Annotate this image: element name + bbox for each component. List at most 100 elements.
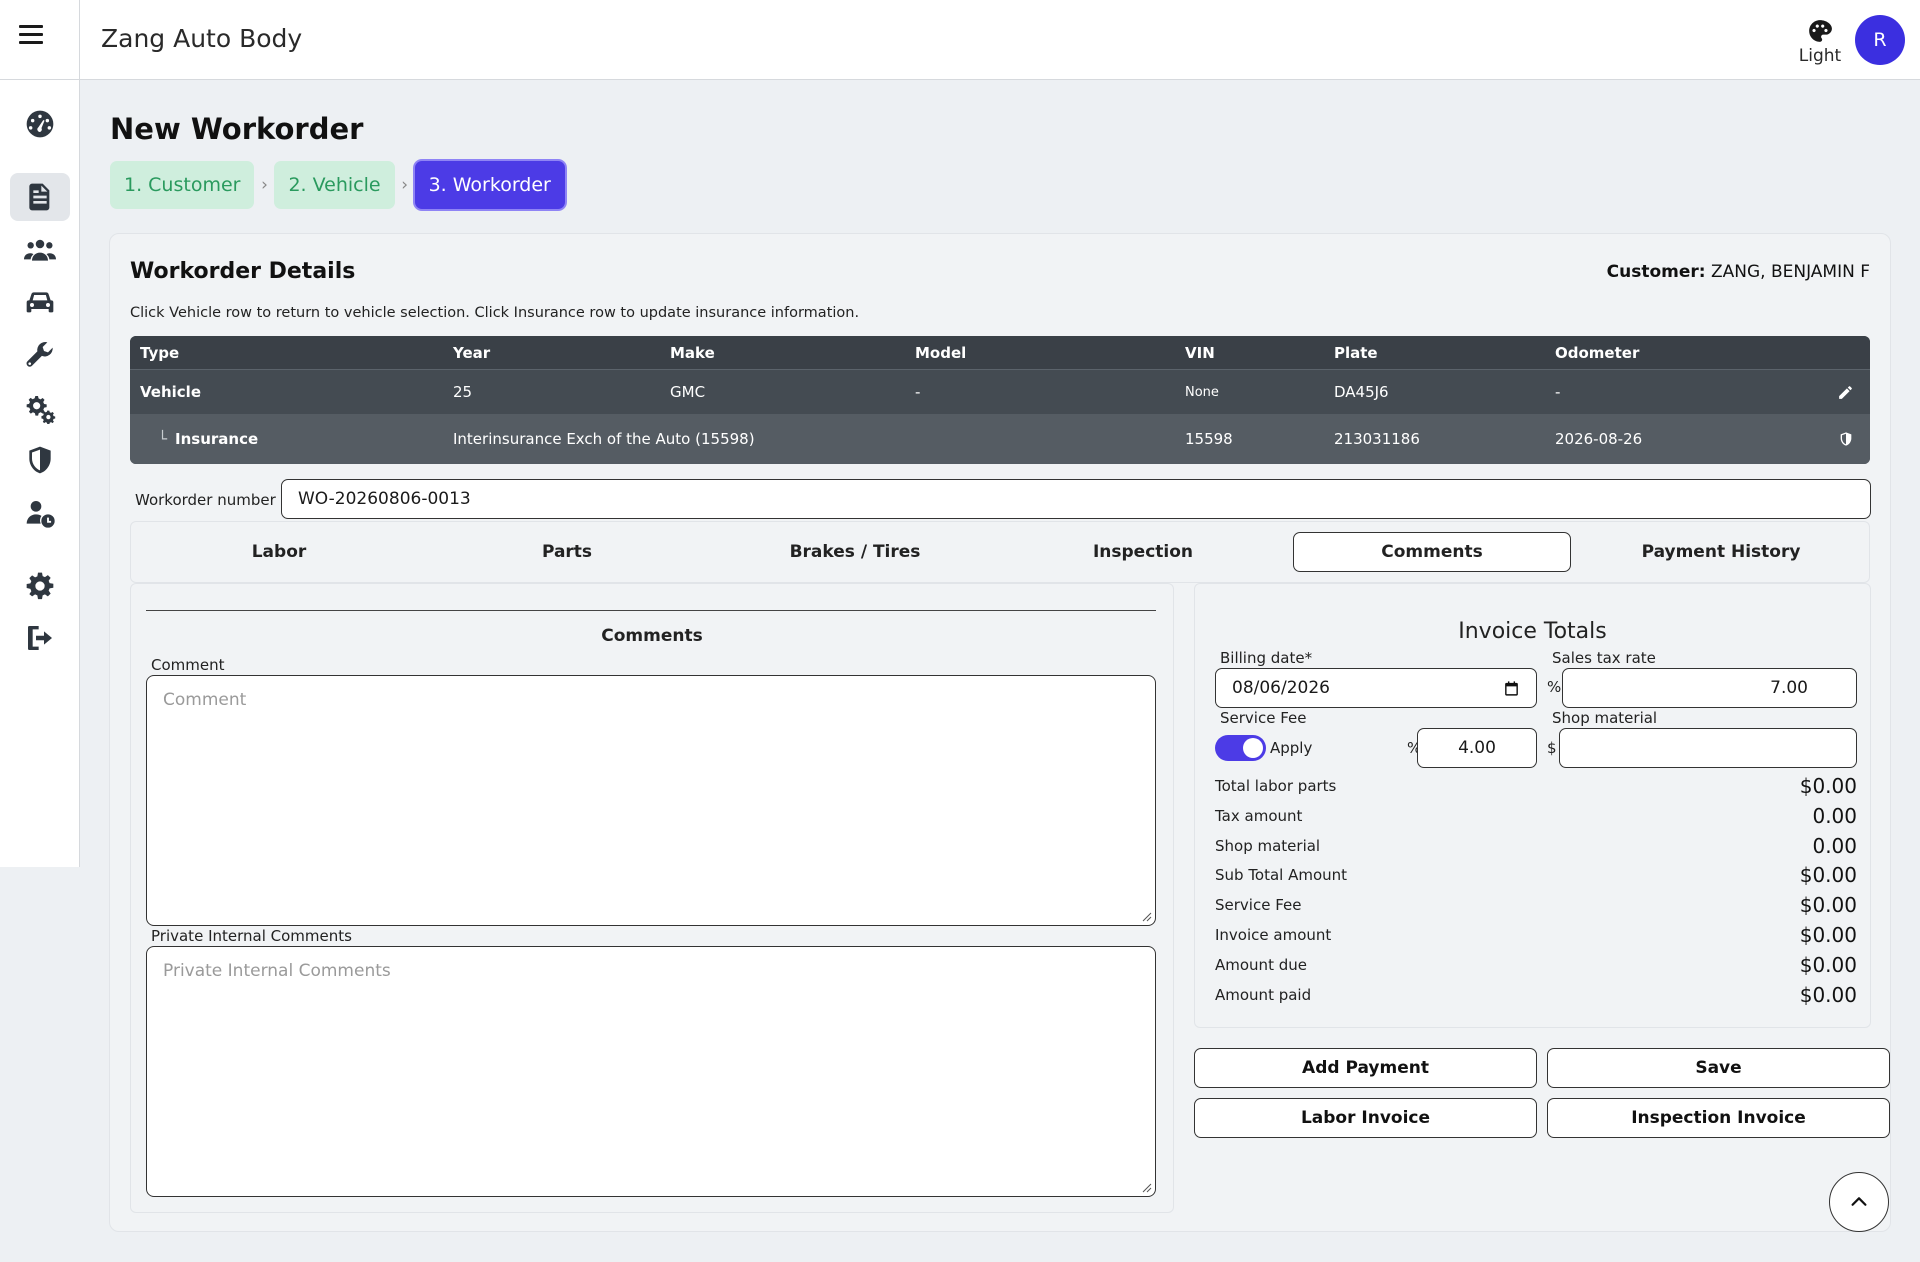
edit-pencil-icon[interactable] [1837, 370, 1854, 414]
vehicle-table: Type Year Make Model VIN Plate Odometer … [130, 336, 1870, 464]
column-header: Type [140, 343, 180, 362]
menu-area [0, 0, 80, 80]
service-fee-label: Service Fee [1220, 709, 1307, 727]
step-workorder[interactable]: 3. Workorder [414, 161, 565, 209]
shield-icon[interactable] [1838, 414, 1854, 464]
shop-material-input[interactable] [1559, 728, 1857, 768]
wrench-icon [26, 342, 53, 367]
resize-grip-icon[interactable] [1142, 912, 1152, 922]
insurance-policy-number: 213031186 [1334, 430, 1420, 448]
table-header-row: Type Year Make Model VIN Plate Odometer [130, 336, 1870, 370]
tab-inspection[interactable]: Inspection [1005, 532, 1281, 572]
step-vehicle[interactable]: 2. Vehicle [274, 161, 395, 209]
insurance-type: └ Insurance [158, 414, 258, 464]
add-payment-button[interactable]: Add Payment [1194, 1048, 1537, 1088]
workorder-icon [29, 183, 50, 211]
sidebar-item-settings[interactable] [10, 562, 70, 610]
sidebar-item-logout[interactable] [10, 614, 70, 662]
sidebar-item-dashboard[interactable] [10, 100, 70, 148]
total-row: Tax amount 0.00 [1215, 804, 1857, 828]
labor-invoice-button[interactable]: Labor Invoice [1194, 1098, 1537, 1138]
total-row: Sub Total Amount $0.00 [1215, 863, 1857, 887]
comment-placeholder: Comment [163, 690, 247, 710]
vehicle-odometer: - [1555, 383, 1561, 401]
sidebar-item-services[interactable] [10, 331, 70, 379]
comment-textarea[interactable]: Comment [146, 675, 1156, 926]
chevron-right-icon: › [261, 175, 268, 195]
total-row: Total labor parts $0.00 [1215, 774, 1857, 798]
save-button[interactable]: Save [1547, 1048, 1890, 1088]
sidebar [0, 80, 80, 867]
sidebar-item-insurance[interactable] [10, 436, 70, 484]
customer-label: Customer: [1606, 262, 1706, 282]
service-fee-input[interactable]: 4.00 [1417, 728, 1537, 768]
instruction-text: Click Vehicle row to return to vehicle s… [130, 305, 860, 321]
shop-material-label: Shop material [1552, 709, 1658, 727]
chevron-right-icon: › [401, 175, 408, 195]
sidebar-item-vehicles[interactable] [10, 279, 70, 327]
comments-panel: Comments Comment Comment Private Interna… [130, 583, 1174, 1213]
step-customer[interactable]: 1. Customer [110, 161, 255, 209]
total-label: Service Fee [1215, 896, 1302, 914]
tab-payment-history[interactable]: Payment History [1583, 532, 1859, 572]
hamburger-menu-icon[interactable] [19, 25, 43, 45]
total-row: Invoice amount $0.00 [1215, 923, 1857, 947]
insurance-id: 15598 [1185, 430, 1233, 448]
invoice-totals-title: Invoice Totals [1458, 619, 1607, 644]
user-clock-icon [26, 501, 55, 528]
customer-info: Customer: ZANG, BENJAMIN F [1607, 262, 1870, 282]
sidebar-item-customers[interactable] [10, 226, 70, 274]
column-header: Model [915, 343, 967, 362]
vehicle-row[interactable]: Vehicle 25 GMC - None DA45J6 - [130, 370, 1870, 414]
column-header: Odometer [1555, 343, 1640, 362]
sidebar-item-workorders[interactable] [10, 173, 70, 221]
divider [146, 610, 1156, 611]
billing-date-value: 08/06/2026 [1232, 678, 1330, 698]
car-icon [26, 292, 54, 313]
column-header: Year [453, 343, 491, 362]
workorder-tabs: Labor Parts Brakes / Tires Inspection Co… [130, 521, 1870, 583]
sidebar-item-operations[interactable] [10, 384, 70, 432]
billing-date-input[interactable]: 08/06/2026 [1215, 668, 1537, 708]
calendar-icon[interactable] [1503, 680, 1520, 697]
tab-brakes-tires[interactable]: Brakes / Tires [717, 532, 993, 572]
vehicle-plate: DA45J6 [1334, 383, 1389, 401]
private-comments-textarea[interactable]: Private Internal Comments [146, 946, 1156, 1197]
insurance-expiry: 2026-08-26 [1555, 430, 1643, 448]
scroll-to-top-button[interactable] [1829, 1172, 1889, 1232]
comments-title: Comments [601, 626, 703, 646]
percent-symbol: % [1547, 678, 1562, 696]
shield-icon [29, 446, 51, 474]
total-label: Tax amount [1215, 807, 1303, 825]
column-header: Make [670, 343, 715, 362]
settings-icon [26, 572, 54, 600]
user-avatar[interactable]: R [1855, 15, 1905, 65]
workorder-number-input[interactable]: WO-20260806-0013 [281, 479, 1871, 519]
tab-labor[interactable]: Labor [141, 532, 417, 572]
sales-tax-label: Sales tax rate [1552, 649, 1656, 667]
inspection-invoice-button[interactable]: Inspection Invoice [1547, 1098, 1890, 1138]
total-label: Total labor parts [1215, 777, 1337, 795]
vehicle-make: GMC [670, 383, 706, 401]
insurance-row[interactable]: └ Insurance Interinsurance Exch of the A… [130, 414, 1870, 464]
private-comments-label: Private Internal Comments [151, 927, 352, 945]
section-title: Workorder Details [130, 259, 356, 284]
service-fee-toggle[interactable] [1215, 735, 1266, 761]
sales-tax-input[interactable]: 7.00 [1562, 668, 1857, 708]
app-title: Zang Auto Body [101, 24, 303, 53]
total-row: Amount paid $0.00 [1215, 983, 1857, 1007]
sidebar-item-employees[interactable] [10, 489, 70, 537]
theme-toggle-button[interactable]: Light [1792, 18, 1848, 66]
total-value: 0.00 [1812, 834, 1857, 858]
resize-grip-icon[interactable] [1142, 1183, 1152, 1193]
dollar-symbol: $ [1547, 739, 1557, 757]
tab-comments[interactable]: Comments [1293, 532, 1571, 572]
total-label: Shop material [1215, 837, 1321, 855]
tab-parts[interactable]: Parts [429, 532, 705, 572]
chevron-up-icon [1851, 1197, 1867, 1206]
page-title: New Workorder [110, 112, 364, 146]
total-value: $0.00 [1799, 774, 1857, 798]
gears-icon [26, 396, 56, 424]
total-row: Shop material 0.00 [1215, 834, 1857, 858]
logout-icon [28, 626, 52, 650]
